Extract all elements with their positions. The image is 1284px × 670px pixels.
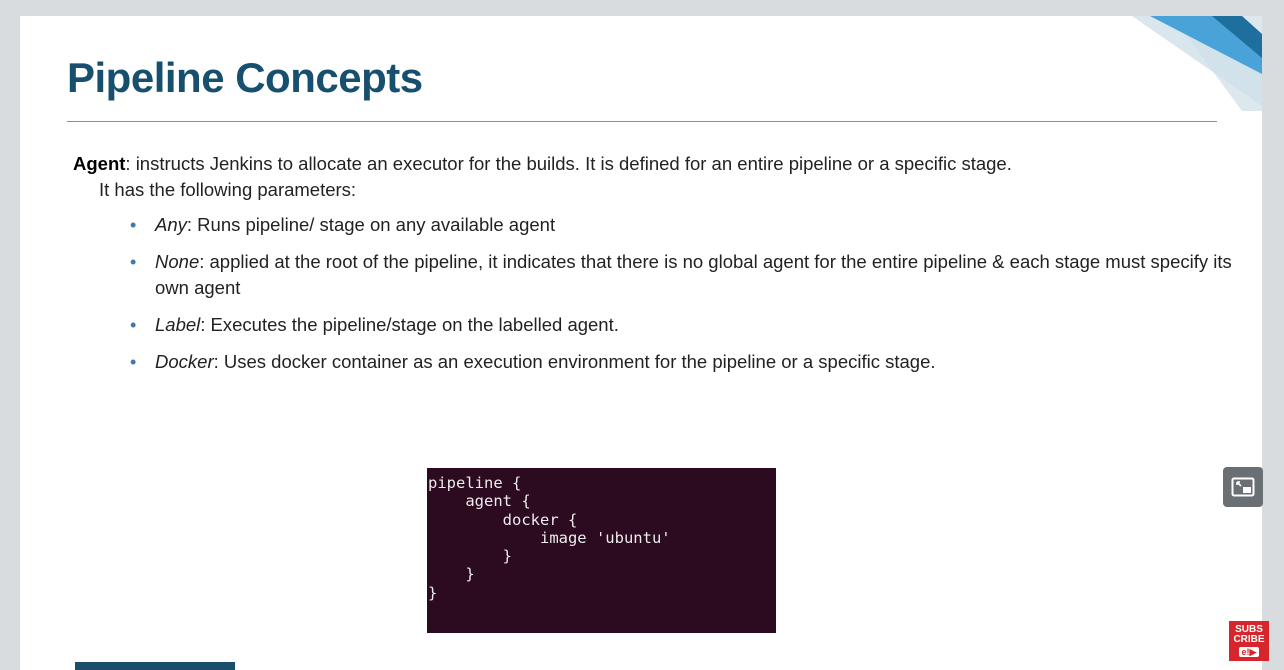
bullet-keyword: Any xyxy=(155,214,187,235)
bullet-keyword: None xyxy=(155,251,200,272)
bullet-keyword: Docker xyxy=(155,351,214,372)
code-snippet: pipeline { agent { docker { image 'ubunt… xyxy=(427,468,776,633)
list-item: • Docker: Uses docker container as an ex… xyxy=(130,349,1240,375)
title-divider xyxy=(67,121,1217,122)
subscribe-logo: e!▶ xyxy=(1238,647,1260,657)
intro-term: Agent xyxy=(73,153,126,174)
bullet-text: : Uses docker container as an execution … xyxy=(213,351,936,372)
bullet-icon: • xyxy=(130,215,137,235)
list-item: • None: applied at the root of the pipel… xyxy=(130,249,1240,301)
footer-accent-bar xyxy=(75,662,235,670)
bullet-text: : Executes the pipeline/stage on the lab… xyxy=(200,314,619,335)
bullet-text: : applied at the root of the pipeline, i… xyxy=(155,251,1232,298)
subscribe-line: CRIBE xyxy=(1233,634,1265,645)
intro-paragraph: Agent: instructs Jenkins to allocate an … xyxy=(73,151,1223,203)
intro-text: : instructs Jenkins to allocate an execu… xyxy=(125,153,1012,174)
parameter-list: • Any: Runs pipeline/ stage on any avail… xyxy=(130,212,1240,386)
page-title: Pipeline Concepts xyxy=(67,54,423,101)
bullet-keyword: Label xyxy=(155,314,201,335)
bullet-icon: • xyxy=(130,252,137,272)
bullet-text: : Runs pipeline/ stage on any available … xyxy=(186,214,556,235)
bullet-icon: • xyxy=(130,352,137,372)
subscribe-button[interactable]: SUBS CRIBE e!▶ xyxy=(1229,621,1269,661)
intro-subtext: It has the following parameters: xyxy=(99,179,357,200)
code-text: pipeline { agent { docker { image 'ubunt… xyxy=(428,474,671,602)
list-item: • Any: Runs pipeline/ stage on any avail… xyxy=(130,212,1240,238)
picture-in-picture-icon xyxy=(1231,477,1255,497)
picture-in-picture-button[interactable] xyxy=(1223,467,1263,507)
list-item: • Label: Executes the pipeline/stage on … xyxy=(130,312,1240,338)
slide: Pipeline Concepts Agent: instructs Jenki… xyxy=(20,16,1262,670)
corner-decoration xyxy=(1132,16,1262,111)
bullet-icon: • xyxy=(130,315,137,335)
